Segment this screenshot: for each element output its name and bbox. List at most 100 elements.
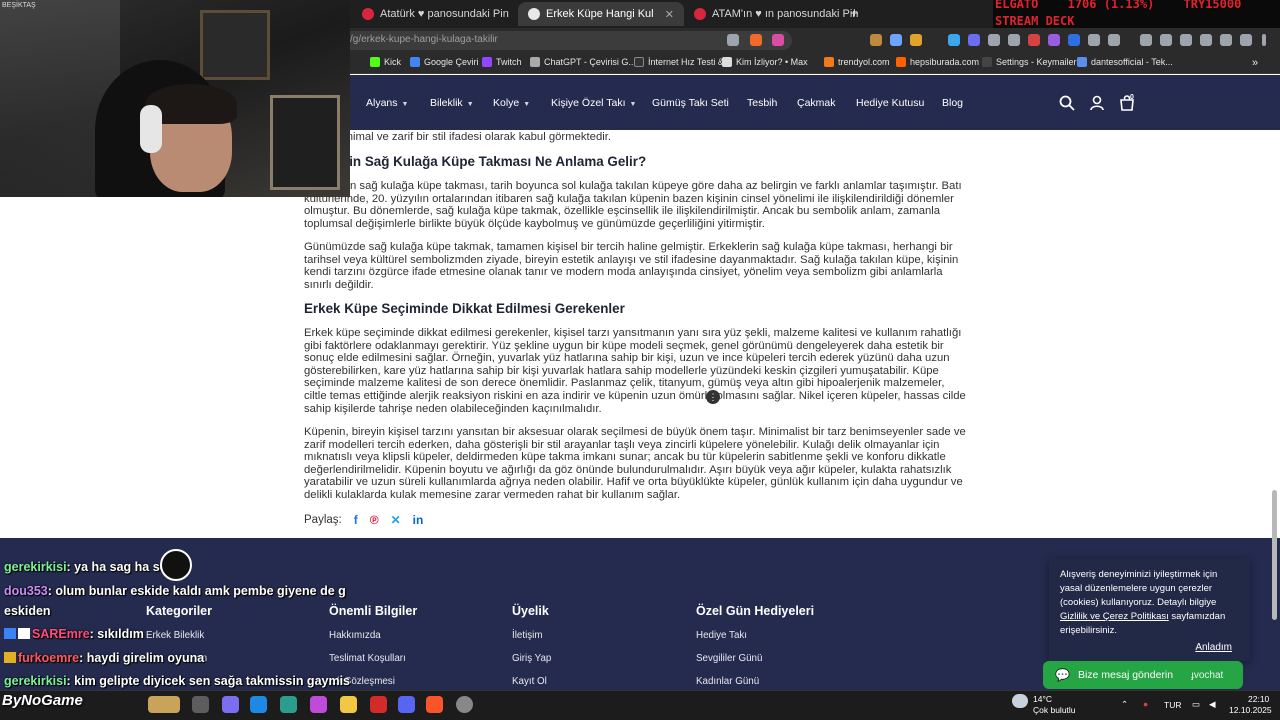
- nav-alyans[interactable]: Alyans ▼: [366, 97, 408, 109]
- opera-icon[interactable]: [370, 696, 387, 713]
- new-tab-button[interactable]: +: [850, 5, 859, 22]
- ticker-price: TRY15000: [1183, 0, 1242, 11]
- page-scrollbar[interactable]: [1272, 490, 1277, 620]
- bookmark-twitch[interactable]: Twitch: [482, 57, 522, 67]
- extension-icon[interactable]: [1008, 34, 1020, 46]
- mic-icon[interactable]: ●: [1143, 699, 1148, 709]
- extension-icon[interactable]: [1028, 34, 1040, 46]
- paragraph-earring-selection: Erkek küpe seçiminde dikkat edilmesi ger…: [304, 327, 966, 415]
- weather-temp[interactable]: 14°C: [1033, 694, 1052, 704]
- chat-message-continued: eskiden: [4, 604, 51, 618]
- pinterest-icon[interactable]: ℗: [370, 513, 379, 527]
- sidebar-icon[interactable]: [1180, 34, 1192, 46]
- rewards-icon[interactable]: [772, 34, 784, 46]
- weather-desc[interactable]: Çok bulutlu: [1033, 705, 1076, 715]
- footer-title-membership: Üyelik: [512, 604, 549, 618]
- media-icon[interactable]: [1160, 34, 1172, 46]
- bookmark-keymailer[interactable]: Settings - Keymailer: [982, 57, 1077, 67]
- brave-icon[interactable]: [426, 696, 443, 713]
- bookmark-google-translate[interactable]: Google Çeviri: [410, 57, 479, 67]
- taskbar-widget-icon[interactable]: [148, 696, 180, 713]
- nav-blog[interactable]: Blog: [942, 97, 963, 109]
- clock-time[interactable]: 22:10: [1248, 694, 1269, 704]
- tab-atam-pin-2[interactable]: ATAM'ın ♥ ın panosundaki Pin: [684, 2, 858, 26]
- volume-icon[interactable]: ◀: [1209, 699, 1216, 710]
- bookmark-max[interactable]: Kim İzliyor? • Max: [722, 57, 808, 67]
- x-icon[interactable]: ✕: [391, 513, 401, 527]
- nav-kisiye-ozel-taki[interactable]: Kişiye Özel Takı ▼: [551, 97, 636, 109]
- obs-icon[interactable]: [456, 696, 473, 713]
- more-options-icon[interactable]: ⋮: [706, 390, 720, 404]
- footer-link[interactable]: Erkek Bileklik: [146, 630, 204, 641]
- search-icon[interactable]: [1059, 95, 1075, 111]
- discord-icon[interactable]: [398, 696, 415, 713]
- download-icon[interactable]: [1140, 34, 1152, 46]
- footer-link-register[interactable]: Kayıt Ol: [512, 676, 547, 687]
- menu-icon[interactable]: [1262, 34, 1266, 46]
- explorer-icon[interactable]: [192, 696, 209, 713]
- folder-icon[interactable]: [340, 696, 357, 713]
- tab-active-article[interactable]: Erkek Küpe Hangi Kulağa Takılır? ✕: [518, 2, 684, 26]
- footer-link-contact[interactable]: İletişim: [512, 630, 542, 641]
- extension-icon[interactable]: [988, 34, 1000, 46]
- nav-hediye-kutusu[interactable]: Hediye Kutusu: [856, 97, 924, 109]
- extension-icon[interactable]: [870, 34, 882, 46]
- bookmark-kick[interactable]: Kick: [370, 57, 401, 67]
- brave-shield-icon[interactable]: [750, 34, 762, 46]
- bookmark-chatgpt[interactable]: ChatGPT - Çevirisi G...: [530, 57, 636, 67]
- nav-kolye[interactable]: Kolye ▼: [493, 97, 530, 109]
- footer-link-login[interactable]: Giriş Yap: [512, 653, 551, 664]
- bookmark-hepsiburada[interactable]: hepsiburada.com: [896, 57, 979, 67]
- chat-message: dou353: olum bunlar eskide kaldı amk pem…: [4, 584, 346, 598]
- linkedin-icon[interactable]: in: [413, 513, 424, 527]
- extension-icon[interactable]: [1068, 34, 1080, 46]
- tray-chevron-icon[interactable]: ⌃: [1121, 699, 1128, 710]
- url-bar[interactable]: /g/erkek-kupe-hangi-kulaga-takilir: [340, 31, 792, 50]
- bookmark-dantesofficial[interactable]: dantesofficial - Tek...: [1077, 57, 1173, 67]
- footer-link-delivery[interactable]: Teslimat Koşulları: [329, 653, 406, 664]
- footer-link-gift-jewelry[interactable]: Hediye Takı: [696, 630, 747, 641]
- whatsapp-chat-button[interactable]: 💬 Bize mesaj gönderin ɟvochat: [1043, 661, 1243, 689]
- extensions-puzzle-icon[interactable]: [1088, 34, 1100, 46]
- chat-message: gerekirkisi: kim gelipte diyicek sen sağ…: [4, 674, 351, 688]
- bookmark-speedtest[interactable]: İnternet Hız Testi &...: [634, 57, 731, 67]
- pinterest-icon: [694, 8, 706, 20]
- nav-gumus-taki-seti[interactable]: Gümüş Takı Seti: [652, 97, 729, 109]
- bookmarks-overflow-button[interactable]: »: [1252, 57, 1258, 69]
- extension-icon[interactable]: [948, 34, 960, 46]
- extension-icon[interactable]: [1048, 34, 1060, 46]
- close-tab-icon[interactable]: ✕: [665, 8, 674, 21]
- cookie-accept-button[interactable]: Anladım: [1195, 641, 1232, 655]
- extension-icon[interactable]: [968, 34, 980, 46]
- privacy-policy-link[interactable]: Gizlilik ve Çerez Politikası: [1060, 611, 1169, 622]
- edge-icon[interactable]: [280, 696, 297, 713]
- clock-date[interactable]: 12.10.2025: [1229, 705, 1272, 715]
- vpn-icon[interactable]: [1220, 34, 1232, 46]
- ticker-value: 1706 (1.13%): [1067, 0, 1155, 11]
- facebook-icon[interactable]: f: [354, 513, 358, 527]
- language-indicator[interactable]: TUR: [1164, 700, 1181, 710]
- footer-link-valentines[interactable]: Sevgililer Günü: [696, 653, 762, 664]
- extension-icon[interactable]: [910, 34, 922, 46]
- footer-link-womens-day[interactable]: Kadınlar Günü: [696, 676, 759, 687]
- tab-atam-pin[interactable]: Atatürk ♥ panosundaki Pin: [352, 2, 518, 26]
- paragraph-right-ear-history: n sağ kulağa küpe takması, tarih boyunca…: [304, 180, 962, 230]
- extension-icon[interactable]: [1108, 34, 1120, 46]
- chat-message: SAREmre: sıkıldım: [4, 627, 144, 641]
- nav-cakmak[interactable]: Çakmak: [797, 97, 836, 109]
- extension-icon[interactable]: [890, 34, 902, 46]
- footer-link-about[interactable]: Hakkımızda: [329, 630, 381, 641]
- shield-icon[interactable]: [1240, 34, 1252, 46]
- copilot-icon[interactable]: [310, 696, 327, 713]
- nav-tesbih[interactable]: Tesbih: [747, 97, 777, 109]
- reader-icon[interactable]: [727, 34, 739, 46]
- bookmark-trendyol[interactable]: trendyol.com: [824, 57, 890, 67]
- nav-bileklik[interactable]: Bileklik ▼: [430, 97, 474, 109]
- chat-badge-icon: [18, 628, 30, 639]
- network-icon[interactable]: ▭: [1192, 699, 1200, 710]
- outlook-icon[interactable]: [250, 696, 267, 713]
- wallet-icon[interactable]: [1200, 34, 1212, 46]
- teams-icon[interactable]: [222, 696, 239, 713]
- tab-title: ATAM'ın ♥ ın panosundaki Pin: [712, 8, 859, 20]
- user-icon[interactable]: [1089, 95, 1105, 111]
